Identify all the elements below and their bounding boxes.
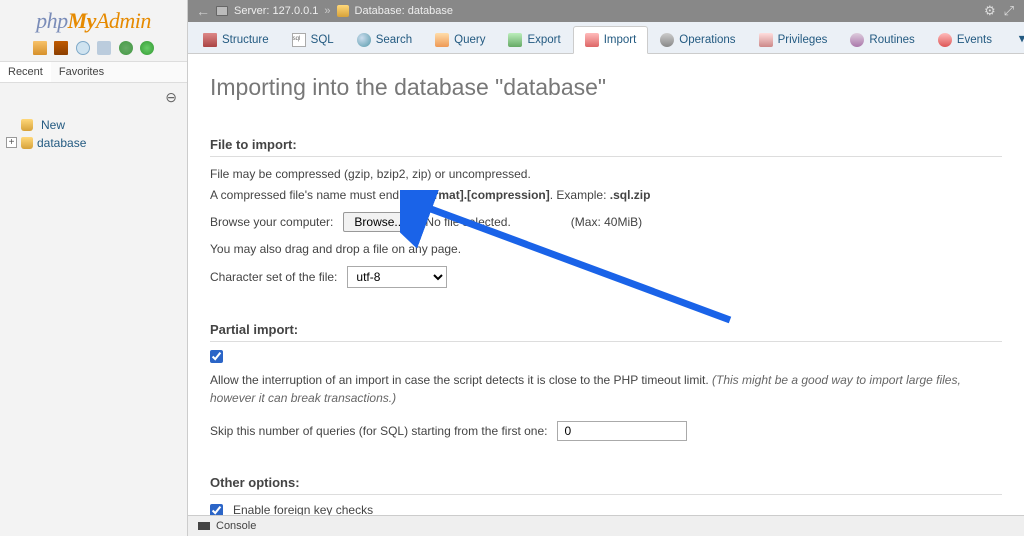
tab-events[interactable]: Events: [927, 27, 1003, 53]
section-file: File to import:: [210, 131, 1002, 157]
server-icon: [216, 6, 228, 16]
tab-more[interactable]: ▾More: [1004, 27, 1024, 53]
skip-label: Skip this number of queries (for SQL) st…: [210, 424, 547, 438]
section-other: Other options:: [210, 469, 1002, 495]
console-bar[interactable]: Console: [188, 515, 1024, 536]
more-icon: ▾: [1015, 33, 1024, 47]
console-icon: [198, 522, 210, 530]
tab-routines[interactable]: Routines: [839, 27, 925, 53]
settings-icon[interactable]: [119, 41, 133, 55]
expand-icon[interactable]: +: [6, 137, 17, 148]
sidebar-tabs: Recent Favorites: [0, 61, 187, 83]
tab-privileges[interactable]: Privileges: [748, 27, 839, 53]
content: Importing into the database "database" F…: [188, 54, 1024, 536]
page-title: Importing into the database "database": [210, 74, 1002, 101]
logo[interactable]: phpMyAdmin: [0, 0, 187, 38]
privileges-icon: [759, 33, 773, 47]
routines-icon: [850, 33, 864, 47]
tree-new-label: New: [41, 118, 65, 132]
collapse-icon[interactable]: ⊖: [0, 83, 187, 112]
docs-icon[interactable]: [97, 41, 111, 55]
tab-recent[interactable]: Recent: [0, 62, 51, 82]
console-label: Console: [216, 520, 256, 532]
tab-favorites[interactable]: Favorites: [51, 62, 112, 82]
charset-row: Character set of the file: utf-8: [210, 266, 1002, 288]
reload-icon[interactable]: [140, 41, 154, 55]
section-partial: Partial import:: [210, 316, 1002, 342]
import-icon: [585, 33, 599, 47]
sidebar: phpMyAdmin Recent Favorites ⊖ New +: [0, 0, 188, 536]
db-icon: [21, 137, 33, 149]
charset-select[interactable]: utf-8: [347, 266, 447, 288]
search-icon: [357, 33, 371, 47]
browse-row: Browse your computer: Browse... No file …: [210, 212, 1002, 232]
gear-icon[interactable]: ⚙: [984, 3, 996, 19]
main: ← Server: 127.0.0.1 » Database: database…: [188, 0, 1024, 536]
skip-input[interactable]: [557, 421, 687, 441]
breadcrumb-bar: ← Server: 127.0.0.1 » Database: database…: [188, 0, 1024, 22]
file-hint2: A compressed file's name must end in .[f…: [210, 186, 1002, 204]
tab-search[interactable]: Search: [346, 27, 423, 53]
browse-button[interactable]: Browse...: [343, 212, 415, 232]
home-icon[interactable]: [33, 41, 47, 55]
partial-text: Allow the interruption of an import in c…: [210, 371, 1002, 407]
database-icon: [337, 5, 349, 17]
sql-icon: [292, 33, 306, 47]
tree-db-label: database: [37, 136, 86, 150]
db-icon: [21, 119, 33, 131]
structure-icon: [203, 33, 217, 47]
breadcrumb-db[interactable]: Database: database: [355, 5, 453, 17]
nav-back-icon[interactable]: ←: [196, 3, 210, 19]
tab-export[interactable]: Export: [497, 27, 571, 53]
tree-db[interactable]: + database: [6, 134, 181, 152]
db-tree: New + database: [0, 112, 187, 156]
drag-hint: You may also drag and drop a file on any…: [210, 240, 1002, 258]
tab-import[interactable]: Import: [573, 26, 649, 54]
nav-tabs: Structure SQL Search Query Export Import…: [188, 22, 1024, 54]
charset-label: Character set of the file:: [210, 270, 337, 284]
sql-icon[interactable]: [76, 41, 90, 55]
breadcrumb-server[interactable]: Server: 127.0.0.1: [234, 5, 318, 17]
tree-new[interactable]: New: [6, 116, 181, 134]
browse-label: Browse your computer:: [210, 215, 333, 229]
db-icon[interactable]: [54, 41, 68, 55]
tab-sql[interactable]: SQL: [281, 27, 345, 53]
no-file-text: No file selected.: [425, 215, 510, 229]
events-icon: [938, 33, 952, 47]
max-size-text: (Max: 40MiB): [571, 215, 642, 229]
file-hint1: File may be compressed (gzip, bzip2, zip…: [210, 165, 1002, 183]
tab-query[interactable]: Query: [424, 27, 496, 53]
partial-checkbox[interactable]: [210, 350, 223, 363]
expand-icon[interactable]: ⤢: [1004, 3, 1014, 19]
query-icon: [435, 33, 449, 47]
tab-operations[interactable]: Operations: [649, 27, 746, 53]
export-icon: [508, 33, 522, 47]
tab-structure[interactable]: Structure: [192, 27, 280, 53]
breadcrumb-sep: »: [324, 5, 330, 17]
operations-icon: [660, 33, 674, 47]
sidebar-icon-row: [0, 38, 187, 61]
